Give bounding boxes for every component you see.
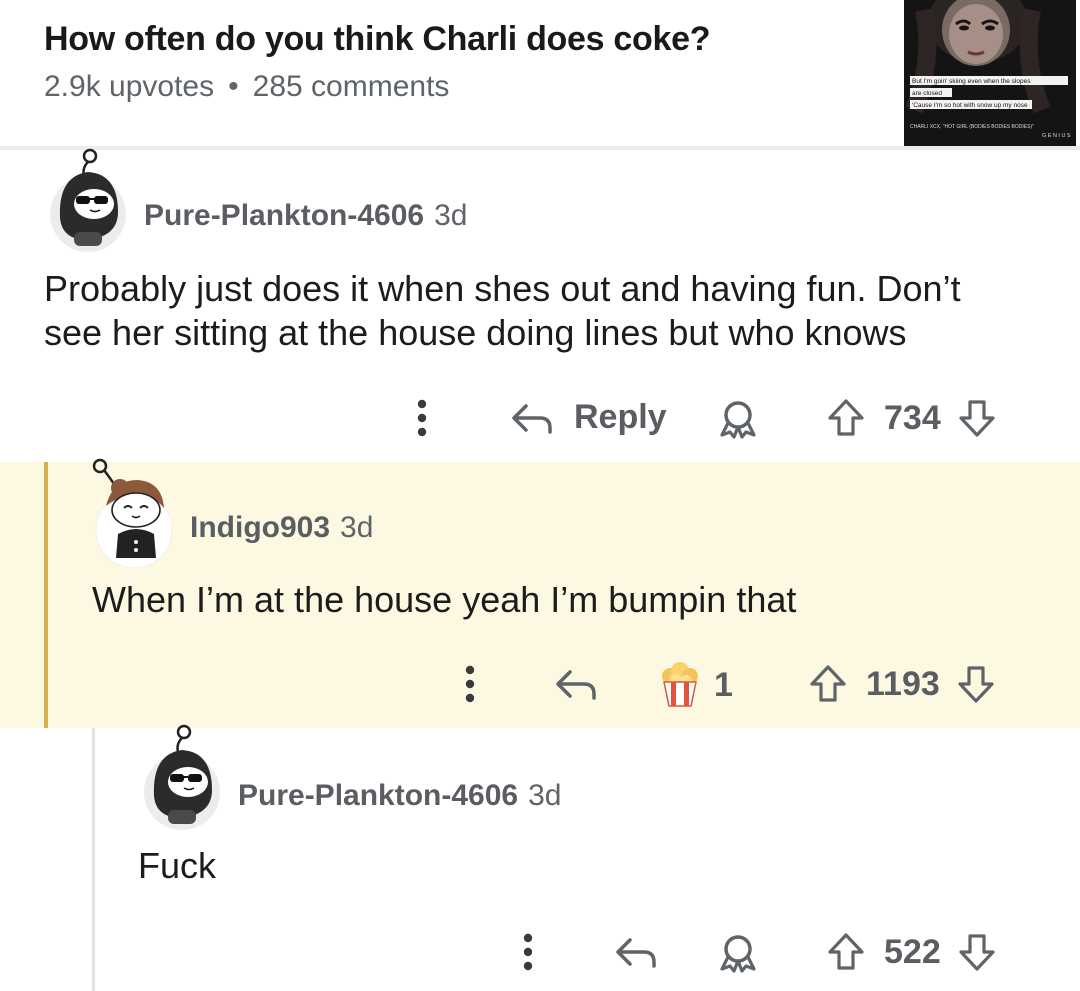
thumbnail-lyric-1: But I'm goin' skiing even when the slope… bbox=[912, 78, 1031, 85]
reply-arrow-icon bbox=[510, 400, 554, 436]
reply-button[interactable]: Reply bbox=[510, 398, 667, 437]
reply-arrow-icon[interactable] bbox=[614, 934, 658, 970]
post-meta: 2.9k upvotes • 285 comments bbox=[44, 70, 449, 104]
comment-1-age: 3d bbox=[434, 199, 468, 232]
comment-1-username[interactable]: Pure-Plankton-4606 bbox=[144, 199, 424, 232]
comment-2-username[interactable]: Indigo903 bbox=[190, 511, 330, 544]
more-options-icon[interactable] bbox=[516, 932, 540, 972]
vote-score: 734 bbox=[884, 398, 941, 437]
comment-3-body: Fuck bbox=[138, 845, 217, 886]
header-divider bbox=[0, 146, 1080, 150]
upvote-icon[interactable] bbox=[826, 398, 866, 438]
comment-count[interactable]: 285 comments bbox=[253, 70, 450, 103]
thread-line[interactable] bbox=[44, 462, 48, 728]
comment-2-body: When I’m at the house yeah I’m bumpin th… bbox=[92, 579, 797, 620]
meta-separator: • bbox=[228, 70, 239, 103]
comment-3-username[interactable]: Pure-Plankton-4606 bbox=[238, 779, 518, 812]
upvote-icon[interactable] bbox=[826, 932, 866, 972]
award-icon[interactable] bbox=[716, 398, 760, 440]
reply-label: Reply bbox=[574, 398, 667, 436]
downvote-icon[interactable] bbox=[956, 664, 996, 704]
vote-score: 1193 bbox=[866, 664, 940, 703]
avatar-pure-plankton[interactable] bbox=[142, 724, 224, 830]
avatar-indigo903[interactable] bbox=[92, 458, 174, 569]
award-count: 1 bbox=[714, 665, 733, 704]
comment-1-body-line: see her sitting at the house doing lines… bbox=[44, 312, 907, 353]
upvote-count: 2.9k upvotes bbox=[44, 70, 215, 103]
thumbnail-lyric-3: 'Cause I'm so hot with snow up my nose bbox=[912, 102, 1028, 109]
vote-controls: 734 bbox=[826, 398, 997, 438]
vote-controls: 1193 bbox=[808, 664, 996, 704]
award-button[interactable]: 1 bbox=[656, 662, 733, 708]
thumbnail-lyric-2: are closed bbox=[912, 90, 942, 97]
thumbnail-brand: GENIUS bbox=[1042, 133, 1072, 139]
post-title[interactable]: How often do you think Charli does coke? bbox=[44, 20, 710, 59]
thread-line[interactable] bbox=[92, 728, 95, 991]
thumbnail-credit: CHARLI XCX, "HOT GIRL (BODIES BODIES BOD… bbox=[910, 124, 1034, 130]
comment-3-header: Pure-Plankton-4606 3d bbox=[238, 779, 561, 813]
vote-controls: 522 bbox=[826, 932, 997, 972]
comment-3-age: 3d bbox=[528, 779, 562, 812]
reply-arrow-icon[interactable] bbox=[554, 666, 598, 702]
more-options-icon[interactable] bbox=[458, 664, 482, 704]
award-icon[interactable] bbox=[716, 932, 760, 974]
downvote-icon[interactable] bbox=[957, 398, 997, 438]
comment-1-body-line: Probably just does it when shes out and … bbox=[44, 268, 961, 309]
more-options-icon[interactable] bbox=[410, 398, 434, 438]
post-thumbnail[interactable]: But I'm goin' skiing even when the slope… bbox=[904, 0, 1076, 146]
popcorn-award-icon bbox=[656, 662, 704, 708]
comment-2-age: 3d bbox=[340, 511, 374, 544]
upvote-icon[interactable] bbox=[808, 664, 848, 704]
comment-1-body: Probably just does it when shes out and … bbox=[44, 267, 961, 355]
vote-score: 522 bbox=[884, 932, 941, 971]
comment-1-header: Pure-Plankton-4606 3d bbox=[144, 199, 467, 233]
comment-2-header: Indigo903 3d bbox=[190, 511, 373, 545]
avatar-pure-plankton[interactable] bbox=[48, 148, 130, 252]
downvote-icon[interactable] bbox=[957, 932, 997, 972]
